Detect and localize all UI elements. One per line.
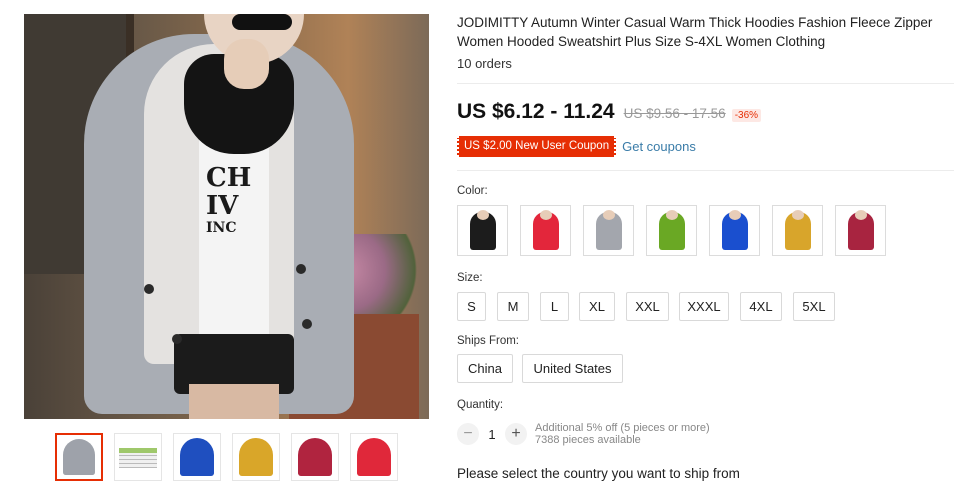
quantity-decrease-button[interactable]: − [457,423,479,445]
color-option-green[interactable] [646,205,697,256]
thumbnail-image [357,438,391,476]
size-option-5xl[interactable]: 5XL [793,292,835,321]
model-face [792,210,804,220]
model-face [603,210,615,220]
color-option-gray[interactable] [583,205,634,256]
thumbnail-gray[interactable] [55,433,103,481]
coat-button [144,284,154,294]
model-face [477,210,489,220]
model-hand [224,39,269,89]
quantity-value[interactable]: 1 [479,427,505,442]
product-title: JODIMITTY Autumn Winter Casual Warm Thic… [457,15,933,49]
thumbnail-yellow[interactable] [232,433,280,481]
coat-button [296,264,306,274]
model-legs [189,384,279,419]
coat-button [302,319,312,329]
thumbnail-wine[interactable] [291,433,339,481]
color-label: Color: [457,185,488,197]
coupon-row: US $2.00 New User Coupon Get coupons [457,136,696,157]
get-coupons-link[interactable]: Get coupons [622,139,696,154]
bulk-discount-note: Additional 5% off (5 pieces or more) [535,422,710,434]
main-product-image[interactable]: CH IV INC [24,14,429,419]
discount-badge: -36% [731,109,762,122]
color-option-yellow[interactable] [772,205,823,256]
color-option-wine[interactable] [835,205,886,256]
size-option-m[interactable]: M [497,292,529,321]
thumbnail-blue[interactable] [173,433,221,481]
thumbnail-red[interactable] [350,433,398,481]
size-option-xxl[interactable]: XXL [626,292,669,321]
thumbnail-image [63,439,95,475]
sunglasses [232,14,292,30]
divider [457,170,954,171]
tshirt-print: CH IV INC [206,163,252,236]
model-face [666,210,678,220]
size-option-xl[interactable]: XL [579,292,615,321]
quantity-label: Quantity: [457,399,504,411]
quantity-info: Additional 5% off (5 pieces or more) 738… [535,422,710,446]
size-chart-image [119,448,157,468]
size-option-4xl[interactable]: 4XL [740,292,782,321]
order-count: 10 orders [457,56,512,71]
thumbnail-image [180,438,214,476]
thumbnail-size-chart[interactable] [114,433,162,481]
stock-available: 7388 pieces available [535,434,641,446]
model-face [855,210,867,220]
quantity-stepper: − 1 + Additional 5% off (5 pieces or mor… [457,422,710,446]
new-user-coupon[interactable]: US $2.00 New User Coupon [457,136,617,157]
ships-from-china[interactable]: China [457,354,513,383]
model-face [540,210,552,220]
ships-from-united-states[interactable]: United States [522,354,623,383]
color-option-red[interactable] [520,205,571,256]
current-price: US $6.12 - 11.24 [457,100,615,123]
divider [457,83,954,84]
coat-button [172,334,182,344]
original-price: US $9.56 - 17.56 [623,106,726,121]
color-option-blue[interactable] [709,205,760,256]
ships-from-label: Ships From: [457,335,519,347]
size-option-l[interactable]: L [540,292,569,321]
size-option-xxxl[interactable]: XXXL [679,292,729,321]
quantity-increase-button[interactable]: + [505,423,527,445]
model-face [729,210,741,220]
price-row: US $6.12 - 11.24 US $9.56 - 17.56 -36% [457,100,762,124]
size-label: Size: [457,272,483,284]
ship-country-message: Please select the country you want to sh… [457,466,740,481]
color-option-black[interactable] [457,205,508,256]
size-option-s[interactable]: S [457,292,486,321]
thumbnail-image [298,438,332,476]
thumbnail-image [239,438,273,476]
